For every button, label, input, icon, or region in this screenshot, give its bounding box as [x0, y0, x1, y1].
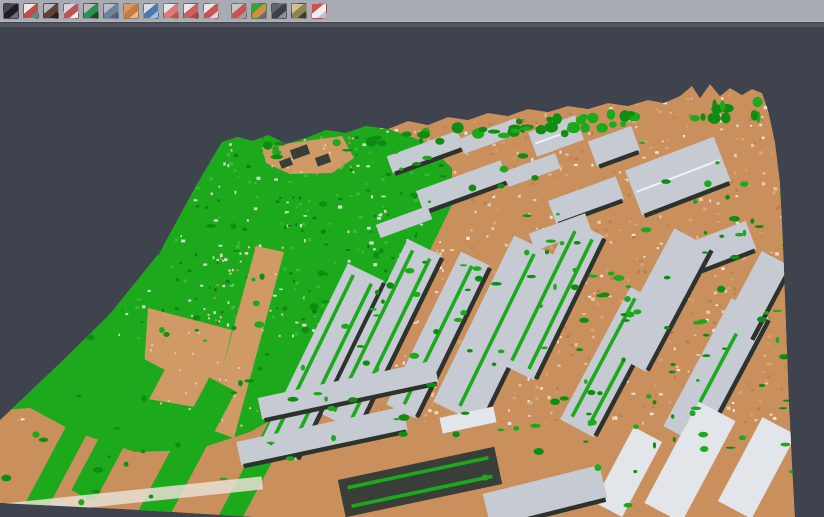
layer-list-icon[interactable] [163, 3, 179, 19]
scene-svg [0, 27, 824, 517]
toolbar [0, 0, 824, 22]
terrain-mesh [0, 84, 803, 517]
flag-marker-icon[interactable] [311, 3, 327, 19]
crop-region-icon[interactable] [203, 3, 219, 19]
terrain-brown-icon[interactable] [43, 3, 59, 19]
3d-viewport[interactable] [0, 27, 824, 517]
measure-icon[interactable] [291, 3, 307, 19]
sparse-points-icon[interactable] [63, 3, 79, 19]
bounding-box-icon[interactable] [231, 3, 247, 19]
align-points-icon[interactable] [23, 3, 39, 19]
volume-column-icon[interactable] [103, 3, 119, 19]
sphere-view-icon[interactable] [271, 3, 287, 19]
circle-select-icon[interactable] [183, 3, 199, 19]
texture-view-icon[interactable] [3, 3, 19, 19]
globe-icon[interactable] [143, 3, 159, 19]
orthophoto-icon[interactable] [123, 3, 139, 19]
terrain-green-icon[interactable] [83, 3, 99, 19]
classification-icon[interactable] [251, 3, 267, 19]
